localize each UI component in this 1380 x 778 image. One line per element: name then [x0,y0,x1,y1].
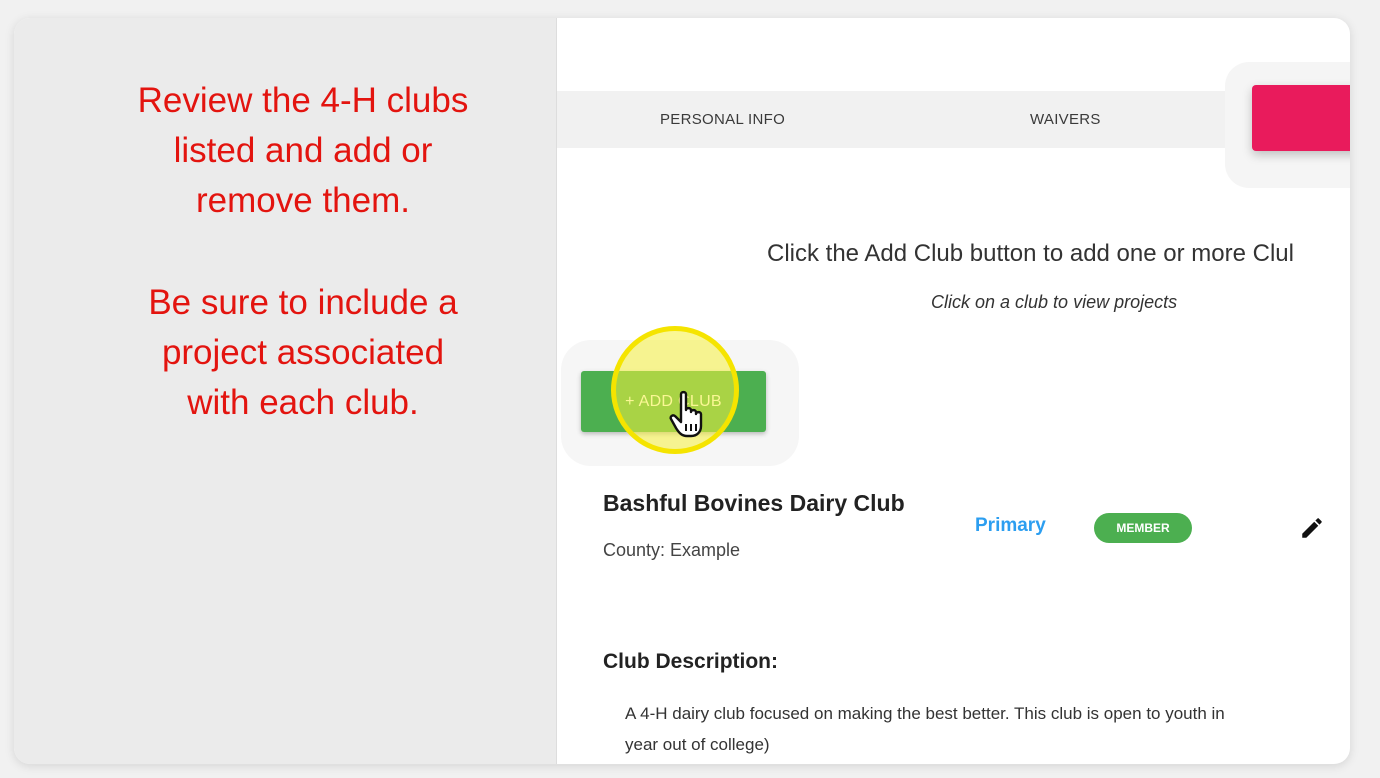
tab-personal-info[interactable]: PERSONAL INFO [660,91,785,148]
pencil-icon[interactable] [1299,515,1325,541]
view-projects-hint: Click on a club to view projects [931,292,1178,312]
club-name[interactable]: Bashful Bovines Dairy Club [603,490,905,517]
instruction-line: remove them. [196,181,410,220]
instruction-review: Review the 4-H clubs listed and add or r… [14,76,592,226]
instruction-line: Review the 4-H clubs [137,81,469,120]
club-description: A 4-H dairy club focused on making the b… [625,698,1350,760]
member-badge: MEMBER [1094,513,1192,543]
instruction-panel: Review the 4-H clubs listed and add or r… [14,18,557,764]
add-club-hint: Click the Add Club button to add one or … [767,240,1294,267]
description-line: A 4-H dairy club focused on making the b… [625,704,1225,723]
hand-pointer-icon [669,390,703,438]
app-panel: PERSONAL INFO WAIVERS Click the Add Club… [557,18,1350,764]
description-line: year out of college) [625,735,770,754]
instruction-project: Be sure to include a project associated … [14,278,592,428]
primary-label: Primary [975,515,1046,536]
instruction-line: Be sure to include a [148,283,458,322]
screenshot-frame: Review the 4-H clubs listed and add or r… [14,18,1350,764]
club-county: County: Example [603,540,741,560]
club-description-heading: Club Description: [603,650,779,673]
instruction-line: listed and add or [173,131,433,170]
tab-waivers[interactable]: WAIVERS [1030,91,1101,148]
tab-clubs-active[interactable] [1252,85,1350,151]
instruction-line: with each club. [187,383,419,422]
instruction-line: project associated [161,333,445,372]
